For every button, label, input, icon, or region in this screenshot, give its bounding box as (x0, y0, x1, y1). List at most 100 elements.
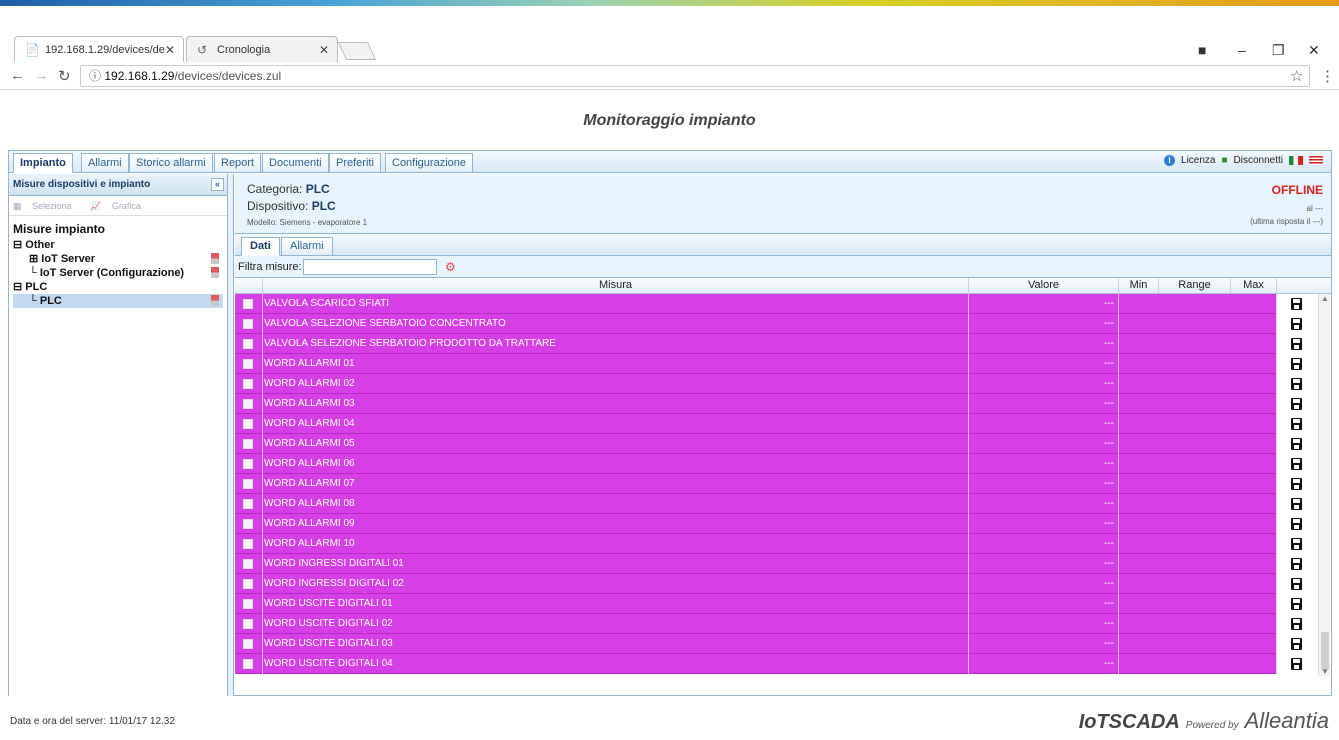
column-max[interactable]: Max (1230, 278, 1276, 294)
row-checkbox[interactable] (243, 339, 253, 349)
save-icon[interactable] (1291, 518, 1302, 530)
tab-documenti[interactable]: Documenti (262, 153, 329, 173)
save-icon[interactable] (1291, 298, 1302, 310)
scroll-down-icon[interactable]: ▼ (1321, 667, 1329, 676)
save-icon[interactable] (1291, 478, 1302, 490)
tab-storico-allarmi[interactable]: Storico allarmi (129, 153, 213, 173)
close-icon[interactable]: ✕ (319, 37, 329, 63)
save-icon[interactable] (1291, 378, 1302, 390)
save-icon[interactable] (1291, 498, 1302, 510)
row-checkbox[interactable] (243, 559, 253, 569)
tree-item-iot-server[interactable]: ⊞ IoT Server (13, 252, 223, 266)
disconnect-link[interactable]: Disconnetti (1234, 155, 1283, 166)
back-arrow-icon[interactable]: ← (10, 67, 25, 84)
tree-group-other[interactable]: ⊟ Other (13, 238, 223, 252)
clear-filter-icon[interactable]: ⚙ (445, 256, 456, 278)
tab-report[interactable]: Report (214, 153, 262, 173)
row-checkbox[interactable] (243, 659, 253, 669)
table-row[interactable]: WORD ALLARMI 02 --- (235, 374, 1317, 394)
table-row[interactable]: WORD INGRESSI DIGITALI 01 --- (235, 554, 1317, 574)
scroll-thumb[interactable] (1321, 632, 1329, 670)
table-row[interactable]: WORD ALLARMI 10 --- (235, 534, 1317, 554)
menu-icon[interactable]: ⋮ (1320, 67, 1335, 85)
save-icon[interactable] (1291, 558, 1302, 570)
grid-scrollbar[interactable]: ▲ ▼ (1318, 294, 1330, 676)
row-checkbox[interactable] (243, 439, 253, 449)
save-icon[interactable] (1291, 338, 1302, 350)
us-flag-icon[interactable] (1309, 156, 1323, 165)
italian-flag-icon[interactable] (1289, 156, 1303, 165)
column-valore[interactable]: Valore (968, 278, 1118, 294)
reload-icon[interactable]: ↻ (58, 67, 71, 85)
browser-tab-history[interactable]: ↺ Cronologia ✕ (186, 36, 338, 62)
save-icon[interactable] (1291, 538, 1302, 550)
table-row[interactable]: WORD ALLARMI 04 --- (235, 414, 1317, 434)
tab-preferiti[interactable]: Preferiti (329, 153, 381, 173)
save-icon[interactable] (1291, 358, 1302, 370)
save-icon[interactable] (1291, 578, 1302, 590)
table-row[interactable]: WORD USCITE DIGITALI 02 --- (235, 614, 1317, 634)
tree-group-plc[interactable]: ⊟ PLC (13, 280, 223, 294)
close-icon[interactable]: ✕ (165, 37, 175, 63)
table-row[interactable]: WORD ALLARMI 01 --- (235, 354, 1317, 374)
row-checkbox[interactable] (243, 319, 253, 329)
select-button[interactable]: ▦ Seleziona (13, 201, 80, 211)
save-icon[interactable] (1291, 598, 1302, 610)
profile-icon[interactable]: ■ (1198, 42, 1206, 58)
save-icon[interactable] (1291, 398, 1302, 410)
collapse-icon[interactable]: « (211, 178, 224, 191)
table-row[interactable]: WORD ALLARMI 07 --- (235, 474, 1317, 494)
tab-dati[interactable]: Dati (241, 237, 280, 256)
table-row[interactable]: WORD ALLARMI 06 --- (235, 454, 1317, 474)
tab-impianto[interactable]: Impianto (13, 153, 73, 173)
row-checkbox[interactable] (243, 539, 253, 549)
save-icon[interactable] (1291, 418, 1302, 430)
table-row[interactable]: VALVOLA SCARICO SFIATI --- (235, 294, 1317, 314)
forward-arrow-icon[interactable]: → (34, 67, 49, 84)
window-close-icon[interactable]: ✕ (1308, 42, 1320, 59)
row-checkbox[interactable] (243, 359, 253, 369)
row-checkbox[interactable] (243, 459, 253, 469)
table-row[interactable]: VALVOLA SELEZIONE SERBATOIO CONCENTRATO -… (235, 314, 1317, 334)
tab-configurazione[interactable]: Configurazione (385, 153, 473, 173)
save-icon[interactable] (1291, 638, 1302, 650)
restore-icon[interactable]: ❐ (1272, 42, 1285, 59)
star-icon[interactable]: ☆ (1290, 67, 1303, 85)
panel-splitter[interactable] (228, 174, 234, 696)
row-checkbox[interactable] (243, 419, 253, 429)
chart-button[interactable]: 📈 Grafica (90, 201, 149, 211)
row-checkbox[interactable] (243, 579, 253, 589)
column-misura[interactable]: Misura (262, 278, 968, 294)
save-icon[interactable] (1291, 458, 1302, 470)
row-checkbox[interactable] (243, 599, 253, 609)
table-row[interactable]: WORD USCITE DIGITALI 03 --- (235, 634, 1317, 654)
tab-allarmi[interactable]: Allarmi (81, 153, 129, 173)
save-icon[interactable] (1291, 658, 1302, 670)
row-checkbox[interactable] (243, 519, 253, 529)
row-checkbox[interactable] (243, 379, 253, 389)
tree-item-iot-server-config[interactable]: └ IoT Server (Configurazione) (13, 266, 223, 280)
save-icon[interactable] (1291, 618, 1302, 630)
row-checkbox[interactable] (243, 479, 253, 489)
tree-item-plc[interactable]: └ PLC (13, 294, 223, 308)
column-min[interactable]: Min (1118, 278, 1158, 294)
new-tab-button[interactable] (337, 42, 377, 60)
browser-tab-devices[interactable]: 📄 192.168.1.29/devices/de ✕ (14, 36, 184, 62)
address-field[interactable]: ⓘ 192.168.1.29/devices/devices.zul (80, 65, 1310, 87)
row-checkbox[interactable] (243, 639, 253, 649)
scroll-up-icon[interactable]: ▲ (1321, 294, 1329, 303)
column-range[interactable]: Range (1158, 278, 1230, 294)
tab-allarmi-device[interactable]: Allarmi (281, 237, 333, 256)
save-icon[interactable] (1291, 438, 1302, 450)
row-checkbox[interactable] (243, 299, 253, 309)
table-row[interactable]: WORD USCITE DIGITALI 04 --- (235, 654, 1317, 674)
info-icon[interactable]: ⓘ (89, 69, 101, 83)
filter-input[interactable] (303, 259, 437, 275)
license-link[interactable]: Licenza (1181, 155, 1215, 166)
table-row[interactable]: WORD ALLARMI 08 --- (235, 494, 1317, 514)
table-row[interactable]: WORD ALLARMI 05 --- (235, 434, 1317, 454)
table-row[interactable]: WORD INGRESSI DIGITALI 02 --- (235, 574, 1317, 594)
table-row[interactable]: WORD ALLARMI 03 --- (235, 394, 1317, 414)
save-icon[interactable] (1291, 318, 1302, 330)
table-row[interactable]: VALVOLA SELEZIONE SERBATOIO PRODOTTO DA … (235, 334, 1317, 354)
